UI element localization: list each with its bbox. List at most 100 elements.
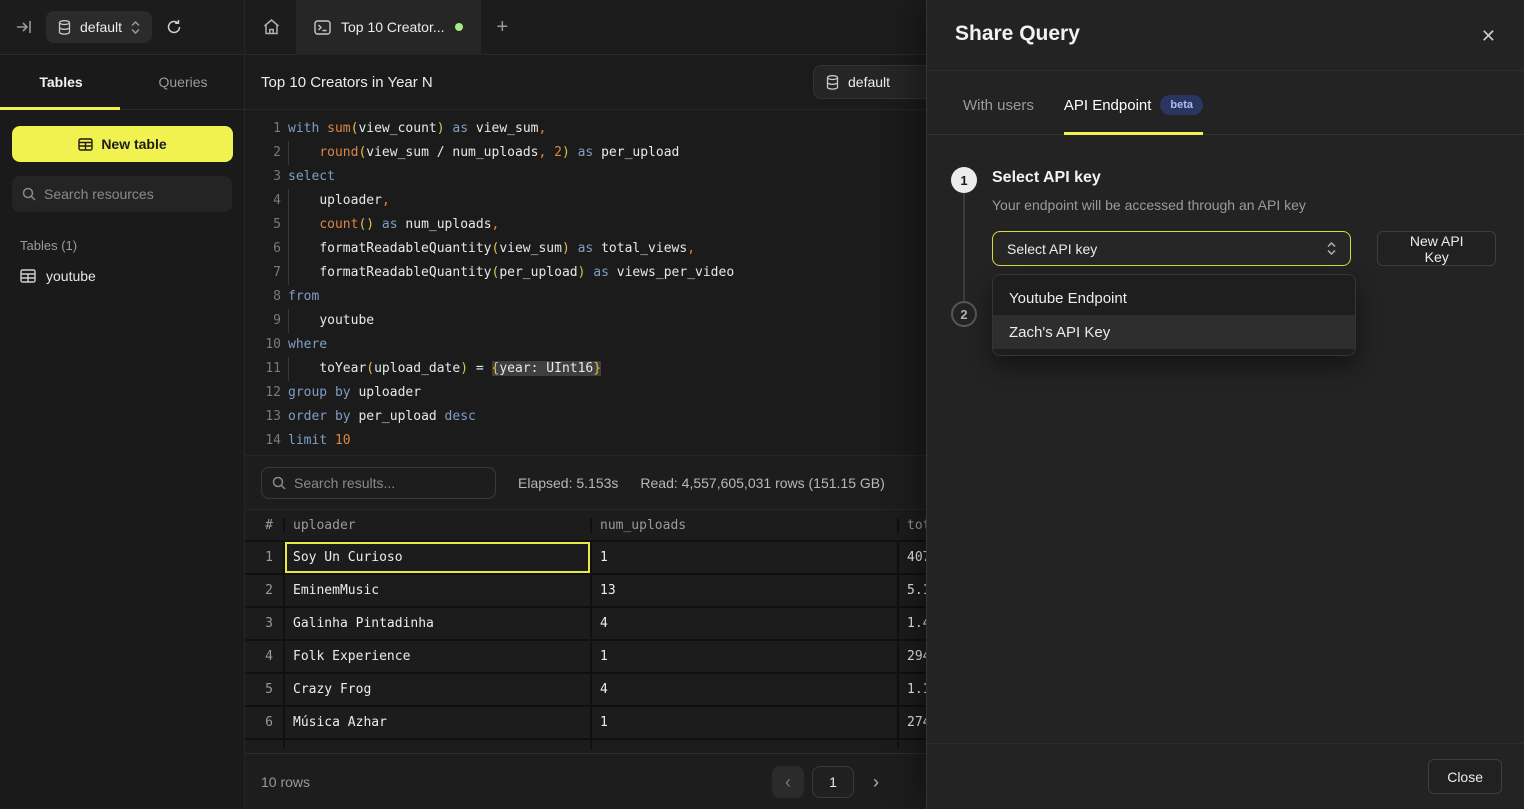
query-title: Top 10 Creators in Year N bbox=[261, 74, 433, 91]
tab-with-users[interactable]: With users bbox=[963, 71, 1034, 134]
indent-guide bbox=[288, 309, 289, 333]
new-table-label: New table bbox=[101, 136, 166, 152]
line-number: 5 bbox=[245, 213, 281, 237]
uploader-cell[interactable]: EminemMusic bbox=[283, 575, 590, 606]
api-key-select-value: Select API key bbox=[1007, 241, 1097, 257]
close-button[interactable]: Close bbox=[1428, 759, 1502, 794]
search-icon bbox=[22, 187, 36, 201]
resource-search[interactable] bbox=[12, 176, 232, 212]
step-1-title: Select API key bbox=[992, 169, 1496, 187]
row-index-cell[interactable]: 6 bbox=[245, 707, 283, 738]
uploader-cell[interactable]: Música Azhar bbox=[283, 707, 590, 738]
row-index-cell[interactable]: 1 bbox=[245, 542, 283, 573]
database-icon bbox=[826, 75, 839, 90]
top-bar-left: default bbox=[0, 0, 245, 54]
pagination: ‹ 1 › bbox=[772, 766, 890, 798]
step-1-number: 1 bbox=[951, 167, 977, 193]
column-header-uploader[interactable]: uploader bbox=[283, 518, 590, 533]
tab-with-users-label: With users bbox=[963, 97, 1034, 114]
database-selector[interactable]: default bbox=[46, 11, 152, 43]
row-count: 10 rows bbox=[261, 774, 310, 790]
uploader-cell[interactable]: Folk Experience bbox=[283, 641, 590, 672]
share-query-panel: Share Query ✕ With users API Endpoint be… bbox=[926, 0, 1524, 809]
chevron-left-icon: ‹ bbox=[785, 772, 791, 793]
tab-api-endpoint-label: API Endpoint bbox=[1064, 97, 1152, 114]
step-2-number: 2 bbox=[951, 301, 977, 327]
tables-section-label: Tables (1) bbox=[20, 238, 244, 253]
read-stat: Read: 4,557,605,031 rows (151.15 GB) bbox=[640, 475, 884, 491]
share-panel-tabs: With users API Endpoint beta bbox=[927, 71, 1524, 135]
tab-active-underline bbox=[0, 107, 120, 110]
num-uploads-cell[interactable]: 1 bbox=[590, 542, 897, 573]
tab-queries[interactable]: Queries bbox=[122, 55, 244, 109]
query-database-value: default bbox=[848, 74, 890, 90]
refresh-icon[interactable] bbox=[166, 19, 182, 35]
num-uploads-cell[interactable]: 4 bbox=[590, 608, 897, 639]
api-key-option[interactable]: Youtube Endpoint bbox=[993, 281, 1355, 315]
row-index-cell[interactable]: 2 bbox=[245, 575, 283, 606]
api-key-dropdown-menu: Youtube EndpointZach's API Key bbox=[992, 274, 1356, 356]
resource-search-input[interactable] bbox=[44, 186, 222, 202]
line-number: 8 bbox=[245, 285, 281, 309]
column-header-index: # bbox=[245, 518, 283, 533]
search-icon bbox=[272, 476, 286, 490]
tab-tables[interactable]: Tables bbox=[0, 55, 122, 109]
query-tab-title: Top 10 Creator... bbox=[341, 19, 445, 35]
indent-guide bbox=[288, 357, 289, 381]
results-search-input[interactable] bbox=[294, 475, 485, 491]
new-table-button[interactable]: New table bbox=[12, 126, 233, 162]
uploader-cell[interactable]: Crazy Frog bbox=[283, 674, 590, 705]
tab-api-endpoint[interactable]: API Endpoint beta bbox=[1064, 71, 1203, 134]
step-1-subtitle: Your endpoint will be accessed through a… bbox=[992, 197, 1496, 213]
line-number: 10 bbox=[245, 333, 281, 357]
share-panel-footer: Close bbox=[927, 743, 1524, 809]
database-selector-value: default bbox=[80, 19, 122, 35]
indent-guide bbox=[288, 141, 289, 165]
prev-page-button[interactable]: ‹ bbox=[772, 766, 804, 798]
api-key-select[interactable]: Select API key bbox=[992, 231, 1351, 266]
sidebar-item-youtube[interactable]: youtube bbox=[0, 261, 244, 291]
home-icon[interactable] bbox=[263, 19, 280, 35]
line-number: 12 bbox=[245, 381, 281, 405]
sidebar-tabs: Tables Queries bbox=[0, 55, 244, 110]
share-panel-content: 1 Select API key Your endpoint will be a… bbox=[927, 135, 1524, 327]
line-number: 6 bbox=[245, 237, 281, 261]
step-1: 1 Select API key Your endpoint will be a… bbox=[951, 167, 1496, 266]
line-number: 9 bbox=[245, 309, 281, 333]
row-index-cell[interactable]: 5 bbox=[245, 674, 283, 705]
chevron-updown-icon bbox=[1327, 242, 1336, 255]
sidebar: Tables Queries New table Tables (1) yout… bbox=[0, 55, 245, 809]
new-api-key-button[interactable]: New API Key bbox=[1377, 231, 1496, 266]
close-icon[interactable]: ✕ bbox=[1477, 22, 1500, 51]
indent-guide bbox=[288, 261, 289, 285]
table-grid-icon bbox=[78, 138, 93, 151]
share-panel-header: Share Query ✕ bbox=[927, 0, 1524, 71]
api-key-option[interactable]: Zach's API Key bbox=[993, 315, 1355, 349]
beta-badge: beta bbox=[1160, 95, 1203, 115]
query-tab[interactable]: Top 10 Creator... bbox=[296, 0, 481, 55]
share-panel-title: Share Query bbox=[955, 22, 1080, 46]
uploader-cell[interactable]: Galinha Pintadinha bbox=[283, 608, 590, 639]
row-index-cell[interactable]: 4 bbox=[245, 641, 283, 672]
num-uploads-cell[interactable]: 13 bbox=[590, 575, 897, 606]
num-uploads-cell[interactable]: 1 bbox=[590, 707, 897, 738]
line-number: 13 bbox=[245, 405, 281, 429]
row-index-cell[interactable]: 3 bbox=[245, 608, 283, 639]
line-number: 2 bbox=[245, 141, 281, 165]
line-number: 1 bbox=[245, 117, 281, 141]
sidebar-collapse-icon[interactable] bbox=[16, 20, 32, 34]
elapsed-stat: Elapsed: 5.153s bbox=[518, 475, 618, 491]
column-header-num-uploads[interactable]: num_uploads bbox=[590, 518, 897, 533]
results-search[interactable] bbox=[261, 467, 496, 499]
num-uploads-cell[interactable]: 4 bbox=[590, 674, 897, 705]
new-tab-icon[interactable]: + bbox=[497, 17, 509, 37]
line-number: 4 bbox=[245, 189, 281, 213]
indent-guide bbox=[288, 189, 289, 213]
num-uploads-cell[interactable]: 1 bbox=[590, 641, 897, 672]
terminal-icon bbox=[314, 20, 331, 35]
uploader-cell[interactable]: Soy Un Curioso bbox=[283, 542, 590, 573]
current-page[interactable]: 1 bbox=[812, 766, 854, 798]
line-number: 11 bbox=[245, 357, 281, 381]
indent-guide bbox=[288, 237, 289, 261]
next-page-button[interactable]: › bbox=[862, 766, 890, 798]
